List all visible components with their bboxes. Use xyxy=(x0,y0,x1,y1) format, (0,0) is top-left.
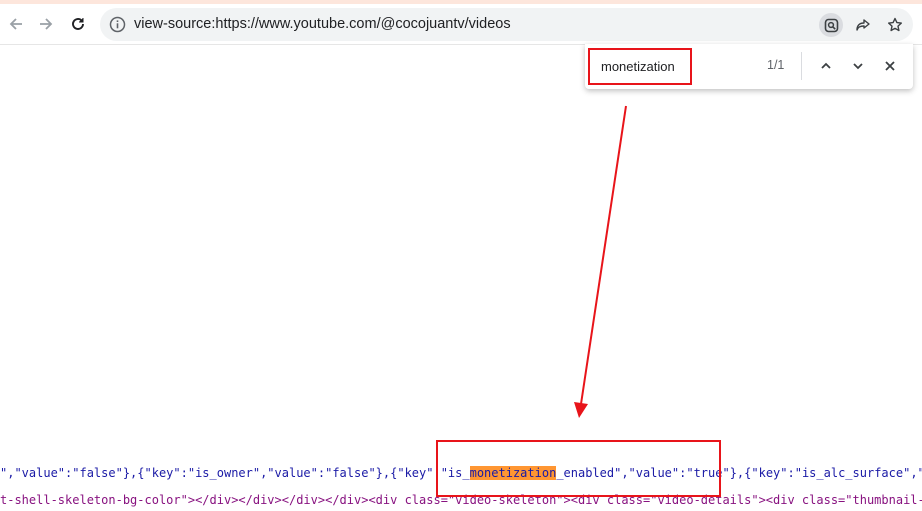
annotation-arrow xyxy=(574,105,627,418)
